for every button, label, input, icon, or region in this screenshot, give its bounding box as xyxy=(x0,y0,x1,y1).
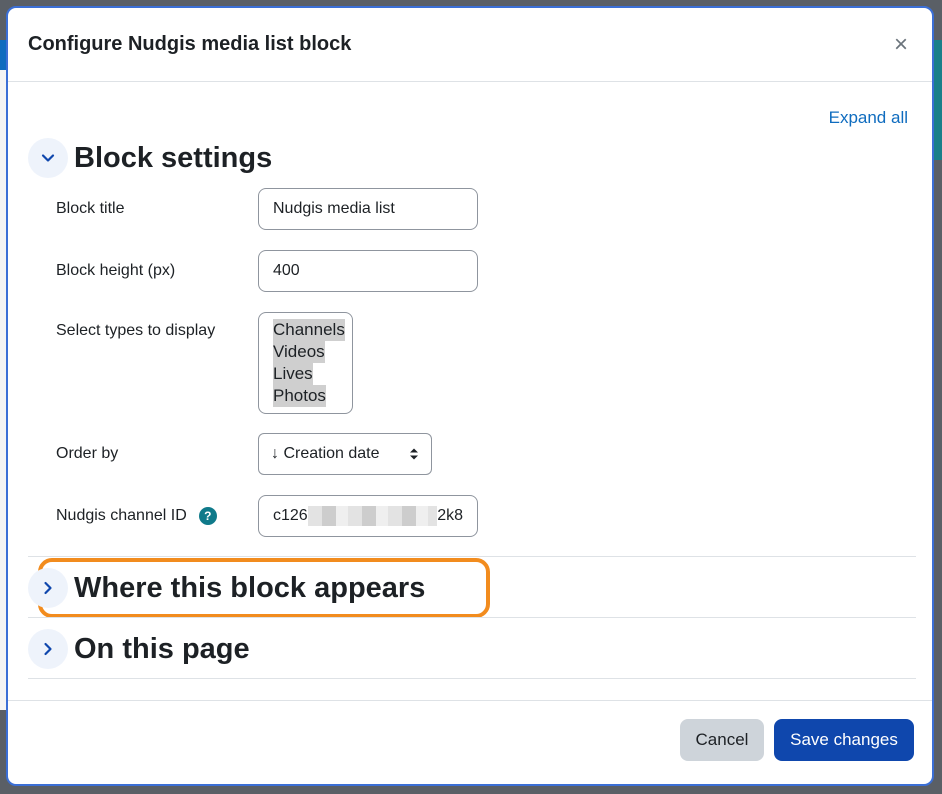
section-where-appears[interactable]: Where this block appears xyxy=(28,568,425,608)
order-by-select[interactable]: ↓ Creation date xyxy=(258,433,432,475)
modal-header: Configure Nudgis media list block × xyxy=(8,8,932,82)
select-arrows-icon xyxy=(410,448,418,460)
field-label: Nudgis channel ID xyxy=(56,507,187,524)
section-title: Where this block appears xyxy=(74,571,426,604)
field-label: Block title xyxy=(56,200,125,217)
section-block-settings[interactable]: Block settings xyxy=(28,138,272,178)
divider xyxy=(28,617,916,618)
channel-id-start: c126 xyxy=(273,507,308,524)
field-label-wrap: Nudgis channel ID ? xyxy=(56,507,258,525)
option-lives[interactable]: Lives xyxy=(273,363,313,385)
types-multiselect[interactable]: Channels Videos Lives Photos xyxy=(258,312,353,414)
field-label: Order by xyxy=(56,445,119,462)
save-changes-button[interactable]: Save changes xyxy=(774,719,914,761)
order-by-value: ↓ Creation date xyxy=(271,445,380,462)
section-title: Block settings xyxy=(74,141,273,174)
section-on-this-page[interactable]: On this page xyxy=(28,629,250,669)
help-icon[interactable]: ? xyxy=(198,507,217,525)
section-title: On this page xyxy=(74,632,250,665)
expand-all-link[interactable]: Expand all xyxy=(829,108,908,128)
close-icon[interactable]: × xyxy=(894,32,908,57)
modal-body: Expand all Block settings Block title Nu… xyxy=(8,82,932,704)
modal-footer: Cancel Save changes xyxy=(8,700,932,784)
field-label: Block height (px) xyxy=(56,262,176,279)
chevron-right-icon[interactable] xyxy=(28,629,68,669)
channel-id-input[interactable]: c126 2k8 xyxy=(258,495,478,537)
configure-block-modal: Configure Nudgis media list block × Expa… xyxy=(6,6,934,786)
field-label: Select types to display xyxy=(56,322,216,339)
redacted-blur xyxy=(307,506,438,526)
field-block-title: Block title Nudgis media list xyxy=(56,188,478,230)
field-types: Select types to display Channels Videos … xyxy=(56,312,353,414)
block-height-input[interactable]: 400 xyxy=(258,250,478,292)
chevron-down-icon[interactable] xyxy=(28,138,68,178)
cancel-button[interactable]: Cancel xyxy=(680,719,764,761)
field-channel-id: Nudgis channel ID ? c126 2k8 xyxy=(56,495,478,537)
divider xyxy=(28,678,916,679)
modal-title: Configure Nudgis media list block xyxy=(28,33,352,55)
option-photos[interactable]: Photos xyxy=(273,385,326,407)
option-videos[interactable]: Videos xyxy=(273,341,325,363)
field-block-height: Block height (px) 400 xyxy=(56,250,478,292)
option-channels[interactable]: Channels xyxy=(273,319,345,341)
divider xyxy=(28,556,916,557)
block-title-input[interactable]: Nudgis media list xyxy=(258,188,478,230)
chevron-right-icon[interactable] xyxy=(28,568,68,608)
channel-id-end: 2k8 xyxy=(437,507,463,524)
field-order-by: Order by ↓ Creation date xyxy=(56,433,432,475)
